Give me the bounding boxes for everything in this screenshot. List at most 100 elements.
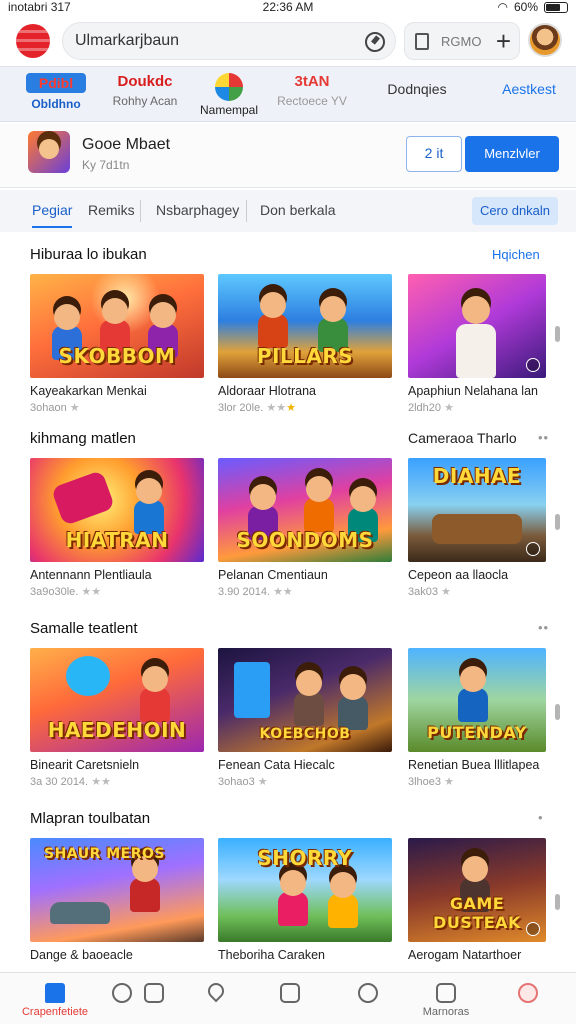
featured-app-title: Gooe Mbaet [82,136,171,153]
category-item[interactable]: Aestkest [494,81,564,97]
heart-icon [204,979,228,1003]
status-icons: ◠ 60% [497,0,568,14]
category-item[interactable]: 3tAN Rectoece YV [268,73,356,108]
cart-label: RGMO [441,34,482,49]
star-rating: ★ [444,776,454,788]
category-sublabel: Namempal [199,103,259,117]
filter-pill[interactable]: Cero dnkaln [472,197,558,225]
category-label: Pdibl [26,73,86,93]
featured-app-subtitle: Ky 7d1tn [82,158,130,172]
add-icon[interactable]: + [496,27,511,55]
tab-divider [246,200,247,222]
clock: 22:36 AM [262,0,314,14]
category-label: Doukdc [117,73,173,90]
game-card[interactable]: SHAUR MEROS Dange & baoeacle [30,838,204,962]
battery-percent: 60% [513,0,538,14]
game-card[interactable]: SOONDOMS Pelanan Cmentiaun 3.90 2014. ★★ [218,458,392,598]
nav-home[interactable]: Crapenfetiete [20,983,90,1018]
nav-bank[interactable] [278,983,302,1003]
nav-search-2[interactable] [356,983,380,1003]
game-thumbnail: SHAUR MEROS [30,838,204,942]
game-card[interactable]: PUTENDAY Renetian Buea lllitlapea 3lhoe3… [408,648,546,788]
star-rating: ★ [441,586,451,598]
game-card[interactable]: PILLARS Aldoraar Hlotrana 3lor 20le. ★★★ [218,274,392,414]
game-card[interactable]: HIATRAN Antennann Plentliaula 3a9o30le. … [30,458,204,598]
game-card[interactable]: GAME DUSTEAK Aerogam Natarthoer [408,838,546,962]
scroll-indicator[interactable] [555,894,560,910]
game-name: Theboriha Caraken [218,948,326,962]
category-item[interactable]: Doukdc Rohhy Acan [104,73,186,108]
cart-box[interactable]: RGMO + [404,22,520,60]
more-icon[interactable]: •• [538,430,549,445]
section-see-all-link[interactable]: Hqichen [492,247,540,262]
section-title: Mlapran toulbatan [30,810,151,827]
more-icon[interactable]: • [538,810,544,825]
primary-button[interactable]: Menzlvler [465,136,559,172]
game-meta: 3ohao3 ★ [218,776,268,788]
scroll-indicator[interactable] [555,704,560,720]
game-card[interactable]: SHORRY Theboriha Caraken [218,838,392,962]
chart-icon [436,983,456,1003]
game-thumbnail [408,274,546,378]
tab[interactable]: Don berkala [260,202,336,218]
battery-icon [544,1,568,13]
profile-icon [518,983,538,1003]
scroll-indicator[interactable] [555,326,560,342]
avatar[interactable] [528,23,562,57]
play-icon[interactable] [526,922,540,936]
scroll-indicator[interactable] [555,514,560,530]
star-rating: ★★ [273,586,293,598]
nav-library[interactable] [142,983,166,1003]
voice-search-icon[interactable] [365,32,385,52]
game-card[interactable]: SKOBBOM Kayeakarkan Menkai 3ohaon ★ [30,274,204,414]
game-art-title: SKOBBOM [58,344,176,368]
game-art-title: HAEDEHOIN [47,718,187,742]
game-thumbnail: HAEDEHOIN [30,648,204,752]
search-icon [358,983,378,1003]
bottom-nav: Crapenfetiete Marnoras [0,972,576,1024]
play-icon[interactable] [526,358,540,372]
more-icon[interactable]: •• [538,620,549,635]
section-title: Samalle teatlent [30,620,138,637]
game-card[interactable]: Apaphiun Nelahana lan 2ldh20 ★ [408,274,546,414]
star-rating: ★ [257,776,268,788]
category-item[interactable]: Pdibl Obldhno [26,73,86,111]
wifi-icon: ◠ [497,0,508,14]
section-title: kihmang matlen [30,430,136,447]
game-name: Kayeakarkan Menkai [30,384,147,398]
play-icon[interactable] [526,542,540,556]
section-subtitle: Cameraoa Tharlo [408,430,517,446]
featured-app-icon[interactable] [28,131,70,173]
app-logo[interactable] [16,24,50,58]
tab[interactable]: Nsbarphagey [156,202,239,218]
category-item[interactable]: Namempal [196,73,262,117]
game-thumbnail: SKOBBOM [30,274,204,378]
game-name: Pelanan Cmentiaun [218,568,328,582]
section-title: Hiburaa lo ibukan [30,246,147,263]
library-icon [144,983,164,1003]
tab[interactable]: Remiks [88,202,135,218]
game-card[interactable]: KOEBCHOB Fenean Cata Hiecalc 3ohao3 ★ [218,648,392,788]
game-thumbnail: GAME DUSTEAK [408,838,546,942]
game-name: Binearit Caretsnieln [30,758,140,772]
star-rating: ★★ [266,402,287,414]
game-name: Aerogam Natarthoer [408,948,522,962]
game-card[interactable]: HAEDEHOIN Binearit Caretsnieln 3a 30 201… [30,648,204,788]
nav-profile[interactable] [516,983,540,1003]
nav-favorites[interactable] [204,979,228,1003]
game-meta: 3ohaon ★ [30,402,80,414]
tab-active[interactable]: Pegiar [32,202,73,228]
game-thumbnail: PUTENDAY [408,648,546,752]
game-art-title: SOONDOMS [236,528,374,552]
game-name: Fenean Cata Hiecalc [218,758,335,772]
category-sublabel: Rohhy Acan [112,94,178,108]
game-name: Antennann Plentliaula [30,568,152,582]
game-art-title: SHAUR MEROS [44,846,165,862]
search-input[interactable] [75,31,355,51]
nav-charts[interactable]: Marnoras [416,983,476,1018]
secondary-button[interactable]: 2 it [406,136,462,172]
game-card[interactable]: DIAHAE Cepeon aa llaocla 3ak03 ★ [408,458,546,598]
nav-search[interactable] [110,983,134,1003]
category-item[interactable]: Dodnqies [376,81,458,97]
search-box[interactable] [62,22,396,60]
